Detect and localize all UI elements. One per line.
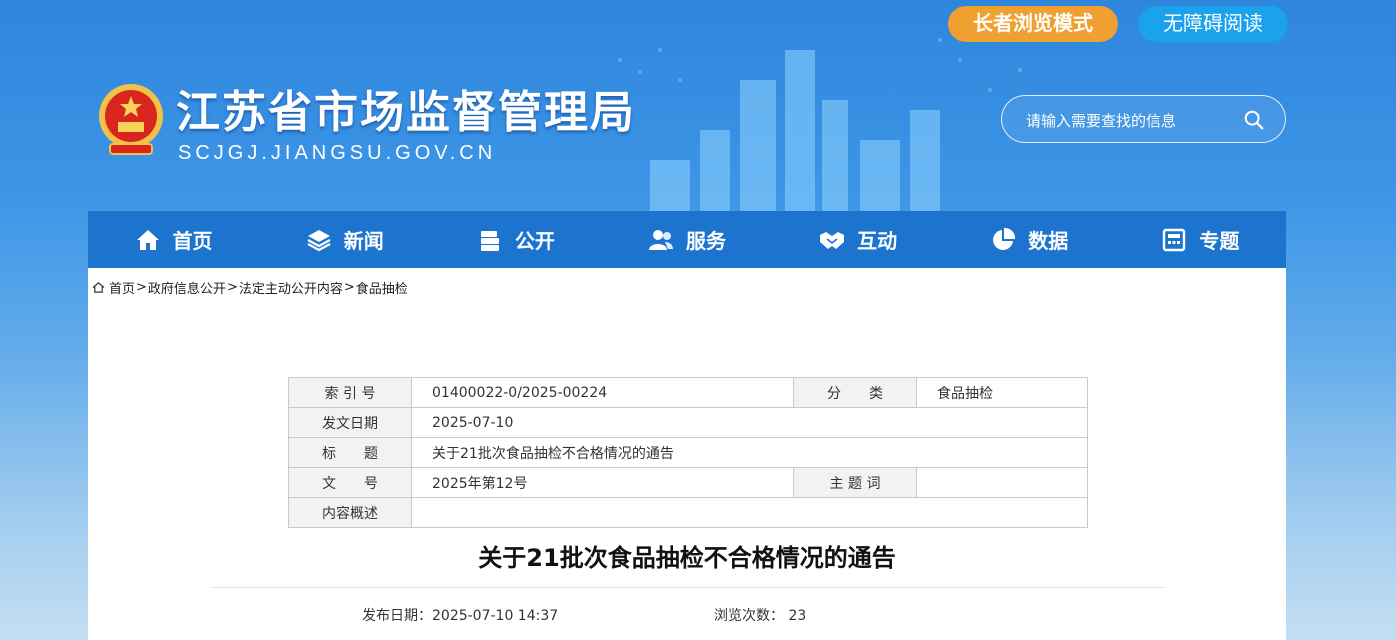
main-nav: 首页 新闻 公开 服务 互动 数据 专题 bbox=[88, 211, 1286, 268]
meta-value: 食品抽检 bbox=[916, 377, 1088, 408]
meta-label: 主 题 词 bbox=[793, 467, 917, 498]
elder-mode-button[interactable]: 长者浏览模式 bbox=[948, 6, 1118, 42]
nav-item-label: 新闻 bbox=[343, 229, 384, 253]
meta-value: 2025年第12号 bbox=[411, 467, 794, 498]
documents-icon bbox=[480, 230, 499, 251]
home-icon bbox=[92, 282, 105, 293]
breadcrumb: 首页 > 政府信息公开 > 法定主动公开内容 > 食品抽检 bbox=[92, 278, 408, 297]
meta-label: 发文日期 bbox=[288, 407, 412, 438]
meta-value: 2025-07-10 bbox=[411, 407, 1088, 438]
breadcrumb-statutory[interactable]: 法定主动公开内容 bbox=[239, 278, 343, 297]
publish-date: 发布日期：2025-07-10 14:37 bbox=[362, 608, 559, 624]
nav-item-label: 专题 bbox=[1199, 229, 1240, 253]
accessible-reading-button[interactable]: 无障碍阅读 bbox=[1138, 6, 1288, 42]
home-icon bbox=[136, 229, 159, 250]
article-title: 关于21批次食品抽检不合格情况的通告 bbox=[478, 544, 896, 572]
nav-item-topics[interactable]: 专题 bbox=[1115, 211, 1286, 268]
layers-icon bbox=[307, 229, 331, 251]
document-meta-table: 索 引 号 01400022-0/2025-00224 分 类 食品抽检 发文日… bbox=[288, 377, 1088, 528]
nav-item-news[interactable]: 新闻 bbox=[259, 211, 430, 268]
nav-item-home[interactable]: 首页 bbox=[88, 211, 259, 268]
nav-item-label: 数据 bbox=[1028, 229, 1069, 253]
meta-value bbox=[411, 497, 1088, 528]
meta-label: 内容概述 bbox=[288, 497, 412, 528]
national-emblem-logo bbox=[99, 84, 163, 155]
nav-item-public[interactable]: 公开 bbox=[430, 211, 601, 268]
nav-item-label: 互动 bbox=[857, 229, 898, 253]
meta-value bbox=[916, 467, 1088, 498]
meta-label: 标 题 bbox=[288, 437, 412, 468]
breadcrumb-food-inspection[interactable]: 食品抽检 bbox=[356, 278, 408, 297]
search-box[interactable] bbox=[1001, 95, 1286, 143]
nav-item-label: 服务 bbox=[685, 229, 726, 253]
site-title: 江苏省市场监督管理局 bbox=[176, 87, 636, 138]
meta-label: 分 类 bbox=[793, 377, 917, 408]
meta-label: 文 号 bbox=[288, 467, 412, 498]
breadcrumb-home[interactable]: 首页 bbox=[109, 278, 135, 297]
meta-label: 索 引 号 bbox=[288, 377, 412, 408]
nav-item-data[interactable]: 数据 bbox=[944, 211, 1115, 268]
search-icon[interactable] bbox=[1243, 109, 1265, 131]
site-url: SCJGJ.JIANGSU.GOV.CN bbox=[178, 142, 497, 164]
divider bbox=[212, 587, 1164, 588]
calculator-icon bbox=[1163, 228, 1186, 251]
breadcrumb-gov-info[interactable]: 政府信息公开 bbox=[148, 278, 226, 297]
meta-value: 关于21批次食品抽检不合格情况的通告 bbox=[411, 437, 1088, 468]
nav-item-label: 公开 bbox=[514, 229, 555, 253]
nav-item-interaction[interactable]: 互动 bbox=[773, 211, 944, 268]
main-content: 首页 > 政府信息公开 > 法定主动公开内容 > 食品抽检 索 引 号 0140002… bbox=[88, 268, 1286, 640]
meta-value: 01400022-0/2025-00224 bbox=[411, 377, 794, 408]
view-count: 浏览次数： 23 bbox=[714, 608, 807, 624]
search-input[interactable] bbox=[1024, 108, 1248, 134]
users-icon bbox=[648, 229, 673, 250]
pie-chart-icon bbox=[993, 227, 1016, 250]
handshake-icon bbox=[820, 231, 845, 249]
nav-item-service[interactable]: 服务 bbox=[601, 211, 772, 268]
nav-item-label: 首页 bbox=[172, 229, 213, 253]
